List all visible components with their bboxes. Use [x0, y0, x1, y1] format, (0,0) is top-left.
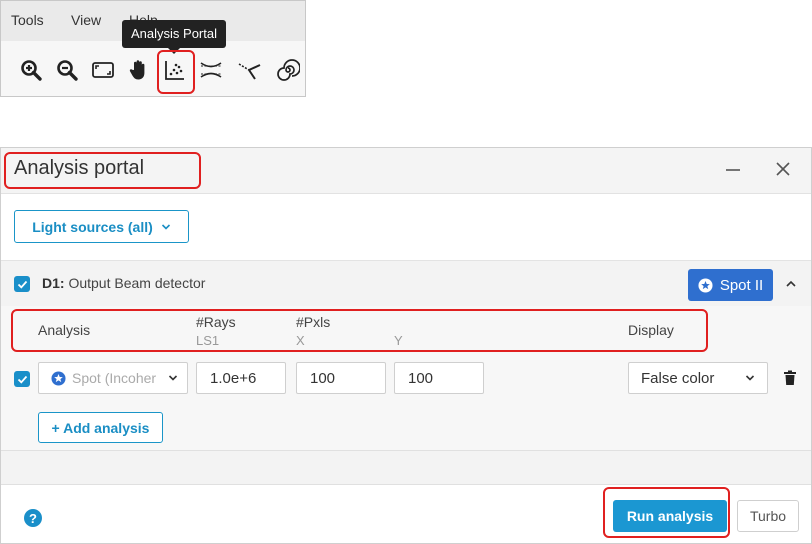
- check-icon: [17, 375, 27, 384]
- fit-view-icon[interactable]: [90, 57, 116, 83]
- help-icon[interactable]: ?: [24, 509, 42, 527]
- minimize-icon[interactable]: [720, 156, 746, 182]
- portal-footer: ? Run analysis Turbo: [1, 484, 811, 543]
- icon-bar: [1, 41, 305, 96]
- portal-title: Analysis portal: [14, 157, 145, 179]
- col-pxls: #Pxls: [296, 314, 331, 330]
- chevron-down-icon: [161, 223, 170, 230]
- light-sources-dropdown[interactable]: Light sources (all): [14, 210, 189, 243]
- chevron-up-icon[interactable]: [783, 276, 799, 292]
- portal-header: Analysis portal: [1, 148, 811, 194]
- pan-hand-icon[interactable]: [126, 57, 152, 83]
- detector-name: Output Beam detector: [68, 275, 206, 291]
- run-analysis-button[interactable]: Run analysis: [613, 500, 727, 532]
- detector-row: D1: Output Beam detector Spot II: [1, 260, 811, 306]
- tooltip-analysis-portal: Analysis Portal: [122, 20, 226, 54]
- col-analysis: Analysis: [38, 322, 91, 338]
- rays-ls1-input[interactable]: [196, 362, 286, 394]
- ray-trace-icon[interactable]: [237, 57, 263, 83]
- display-select[interactable]: False color: [628, 362, 768, 394]
- col-pxls-y: Y: [394, 333, 403, 348]
- empty-row: [1, 451, 811, 484]
- menu-tools[interactable]: Tools: [11, 12, 44, 28]
- pxls-x-input[interactable]: [296, 362, 386, 394]
- spiral-icon[interactable]: [275, 57, 301, 83]
- spot-ii-label: Spot II: [719, 276, 764, 294]
- pxls-y-input[interactable]: [394, 362, 484, 394]
- close-icon[interactable]: [770, 156, 796, 182]
- check-icon: [17, 280, 27, 289]
- add-analysis-button[interactable]: + Add analysis: [38, 412, 163, 443]
- detector-id: D1:: [42, 275, 65, 291]
- zoom-out-icon[interactable]: [54, 57, 80, 83]
- trash-icon[interactable]: [783, 370, 797, 386]
- lens-icon[interactable]: [198, 57, 224, 83]
- light-sources-label: Light sources (all): [32, 218, 153, 235]
- zoom-in-icon[interactable]: [18, 57, 44, 83]
- col-display: Display: [628, 322, 674, 338]
- analysis-checkbox[interactable]: [14, 371, 30, 387]
- app-toolbar: Tools View Help Analysis Portal: [0, 0, 306, 97]
- analysis-column-headers: Analysis #Rays LS1 #Pxls X Y Display: [1, 306, 811, 354]
- analysis-portal-dialog: Analysis portal Light sources (all) D1: …: [0, 147, 812, 544]
- detector-checkbox[interactable]: [14, 276, 30, 292]
- col-rays-ls1: LS1: [196, 333, 220, 348]
- col-pxls-x: X: [296, 333, 305, 348]
- turbo-button[interactable]: Turbo: [737, 500, 799, 532]
- display-value: False color: [641, 369, 715, 387]
- analysis-portal-icon[interactable]: [162, 57, 188, 83]
- chevron-down-icon: [745, 375, 755, 381]
- analysis-row: Spot (Incoher False color + Add analysis: [1, 354, 811, 450]
- menu-view[interactable]: View: [71, 12, 101, 28]
- chevron-down-icon: [168, 375, 178, 381]
- analysis-type-value: Spot (Incoher: [72, 370, 157, 386]
- analysis-type-select[interactable]: Spot (Incoher: [38, 362, 188, 394]
- col-rays: #Rays: [196, 314, 236, 330]
- detector-label: D1: Output Beam detector: [42, 275, 205, 291]
- spot-ii-button[interactable]: Spot II: [688, 269, 773, 301]
- star-badge-icon: [51, 370, 66, 386]
- star-badge-icon: [698, 277, 713, 293]
